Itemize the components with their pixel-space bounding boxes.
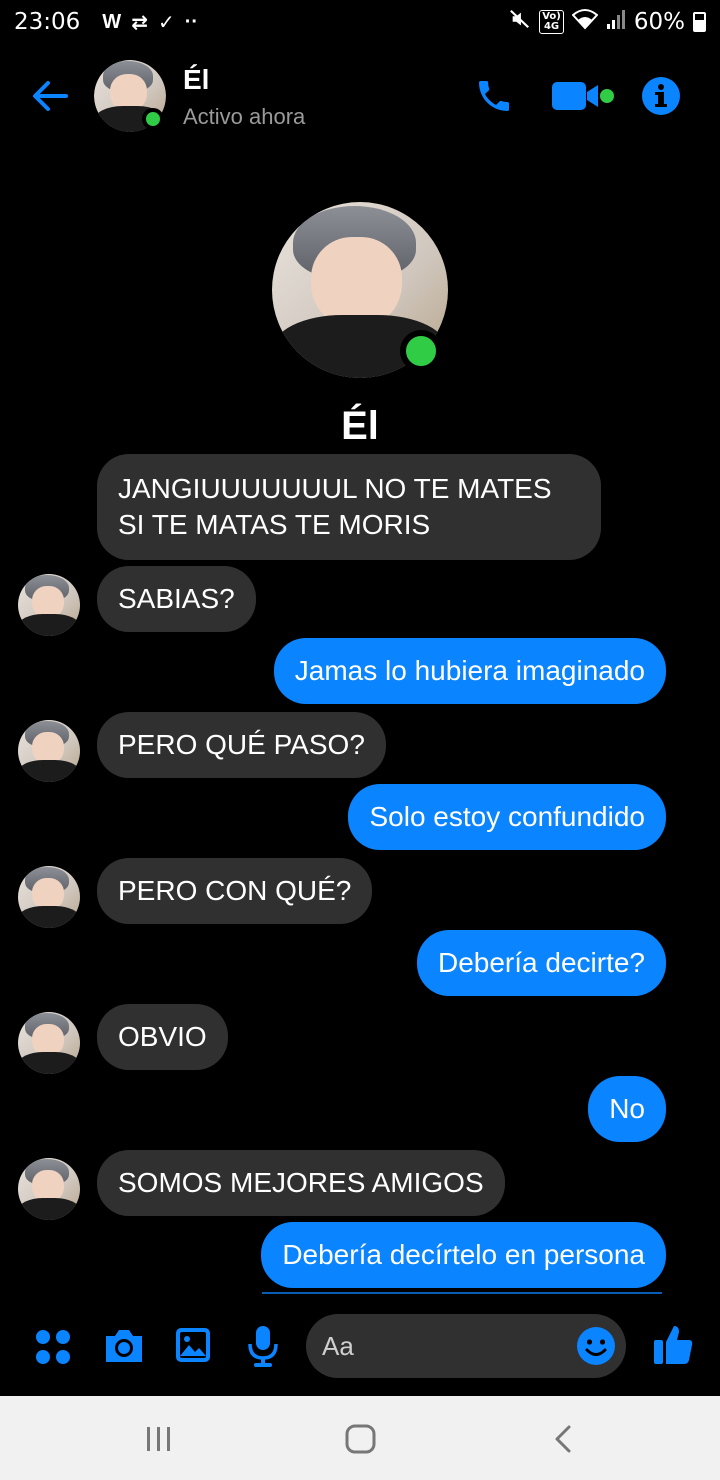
info-icon[interactable]: [641, 76, 681, 121]
home-icon[interactable]: [344, 1424, 378, 1459]
message-incoming[interactable]: PERO CON QUÉ?: [97, 858, 373, 924]
back-arrow-icon[interactable]: [28, 74, 72, 118]
wifi-icon: [571, 8, 599, 36]
camera-icon[interactable]: [102, 1326, 146, 1371]
gallery-icon[interactable]: [174, 1326, 212, 1369]
contact-status: Activo ahora: [183, 104, 306, 129]
emoji-icon[interactable]: [576, 1326, 616, 1371]
message-avatar[interactable]: [18, 1012, 80, 1074]
message-avatar[interactable]: [18, 720, 80, 782]
phone-call-icon[interactable]: [474, 76, 514, 121]
composer-bar: [0, 1300, 720, 1396]
recent-apps-icon[interactable]: [144, 1426, 174, 1457]
message-incoming[interactable]: PERO QUÉ PASO?: [97, 712, 386, 778]
message-input[interactable]: [322, 1314, 572, 1378]
more-actions-icon[interactable]: [34, 1328, 72, 1371]
signal-icon: [606, 8, 626, 36]
w-icon: W: [102, 10, 122, 33]
system-back-icon[interactable]: [552, 1424, 574, 1459]
message-avatar[interactable]: [18, 1158, 80, 1220]
message-incoming[interactable]: JANGIUUUUUUUL NO TE MATES SI TE MATAS TE…: [97, 454, 601, 560]
profile-name: Él: [341, 404, 379, 448]
message-outgoing[interactable]: Debería decirte?: [416, 930, 666, 996]
profile-online-indicator: [400, 330, 442, 372]
status-bar: 23:06 W ⇄ ✓ ·· Vo) 4G 60%: [0, 0, 720, 44]
chat-header: Él Activo ahora: [0, 52, 720, 140]
download-check-icon: ✓: [157, 11, 175, 34]
like-icon[interactable]: [652, 1322, 694, 1371]
battery-percent: 60%: [633, 9, 685, 35]
online-indicator: [142, 108, 164, 130]
scroll-divider: [262, 1292, 662, 1294]
message-input-container[interactable]: [306, 1314, 626, 1378]
status-time: 23:06: [14, 9, 81, 35]
video-call-icon[interactable]: [550, 78, 616, 119]
message-avatar[interactable]: [18, 866, 80, 928]
message-incoming[interactable]: SABIAS?: [97, 566, 256, 632]
message-incoming[interactable]: OBVIO: [97, 1004, 228, 1070]
contact-name[interactable]: Él: [183, 64, 209, 96]
message-incoming[interactable]: SOMOS MEJORES AMIGOS: [97, 1150, 505, 1216]
message-outgoing[interactable]: No: [588, 1076, 666, 1142]
microphone-icon[interactable]: [246, 1324, 280, 1373]
system-nav-bar: [0, 1396, 720, 1480]
more-dots-icon: ··: [184, 10, 199, 33]
battery-icon: [693, 12, 706, 32]
retweet-icon: ⇄: [131, 11, 148, 34]
mute-icon: [509, 8, 531, 36]
volte-icon: Vo) 4G: [539, 10, 564, 34]
message-outgoing[interactable]: Debería decírtelo en persona: [261, 1222, 666, 1288]
message-avatar[interactable]: [18, 574, 80, 636]
message-outgoing[interactable]: Jamas lo hubiera imaginado: [273, 638, 666, 704]
message-outgoing[interactable]: Solo estoy confundido: [348, 784, 666, 850]
